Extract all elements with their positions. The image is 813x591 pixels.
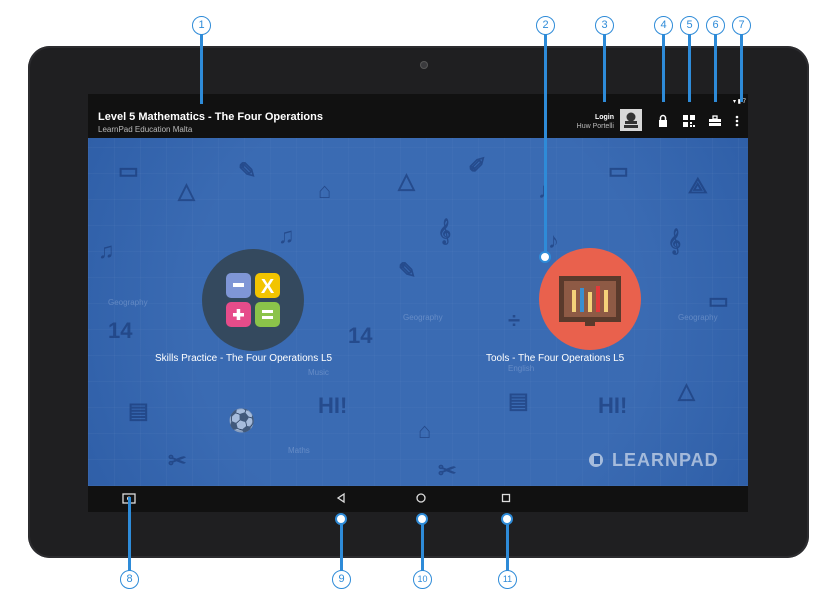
- skills-practice-app-label[interactable]: Skills Practice - The Four Operations L5: [155, 353, 332, 364]
- doodle-icon: ÷: [508, 308, 521, 333]
- doodle-icon: ⌂: [418, 418, 432, 443]
- callout-leader: [714, 32, 717, 102]
- learnpad-logo-icon: [589, 453, 603, 467]
- callout-10: 10: [413, 570, 432, 589]
- user-icon: [624, 112, 638, 128]
- launcher-area: ▭ △ ♫ ✎ ⌂ △ ✐ ♪ ▭ ⟁ ♫ ✎ 𝄞 ♪ 𝄞 ▭ 14 14 ÷ …: [88, 138, 748, 486]
- qr-code-icon[interactable]: [682, 114, 696, 128]
- skills-practice-app-icon[interactable]: X: [202, 249, 304, 351]
- doodle-icon: ▤: [128, 398, 149, 423]
- callout-9: 9: [332, 570, 351, 589]
- doodle-icon: 𝄞: [438, 218, 452, 243]
- doodle-icon: ♫: [98, 238, 115, 263]
- watermark-text: LEARNPAD: [612, 450, 719, 470]
- callout-3: 3: [595, 16, 614, 35]
- doodle-icon: △: [678, 378, 695, 403]
- callout-leader: [688, 32, 691, 102]
- doodle-icon: ⚽: [228, 408, 256, 433]
- doodle-icon: ⌂: [318, 178, 332, 203]
- lock-icon[interactable]: [656, 114, 670, 128]
- callout-leader-dot: [501, 513, 513, 525]
- callout-leader: [740, 32, 743, 102]
- doodle-icon: ✎: [238, 158, 257, 183]
- doodle-icon: ✂: [438, 458, 457, 483]
- callout-8: 8: [120, 570, 139, 589]
- doodle-icon: ▤: [508, 388, 529, 413]
- doodle-icon: 14: [348, 323, 373, 348]
- callout-leader-dot: [539, 251, 551, 263]
- login-user: Huw Portelli: [576, 123, 614, 130]
- callout-leader-dot: [335, 513, 347, 525]
- recents-icon[interactable]: [499, 492, 513, 506]
- tools-app-label[interactable]: Tools - The Four Operations L5: [486, 353, 624, 364]
- tools-app-icon[interactable]: [539, 248, 641, 350]
- doodle-icon: 14: [108, 318, 133, 343]
- doodle-text: Maths: [288, 446, 310, 455]
- overflow-menu-icon[interactable]: [730, 114, 744, 128]
- callout-leader: [603, 32, 606, 102]
- doodle-icon: ✂: [168, 448, 187, 473]
- doodle-icon: ✎: [398, 258, 417, 283]
- callout-5: 5: [680, 16, 699, 35]
- doodle-icon: ▭: [608, 158, 629, 183]
- callout-leader: [128, 497, 131, 573]
- doodle-icon: ✐: [468, 153, 487, 178]
- doodle-icon: ▭: [118, 158, 139, 183]
- callout-leader: [662, 32, 665, 102]
- paint-tools-icon: [559, 276, 621, 326]
- callout-leader: [544, 32, 547, 254]
- toolbox-icon[interactable]: [708, 114, 722, 128]
- callout-4: 4: [654, 16, 673, 35]
- doodle-icon: HI!: [598, 393, 628, 418]
- doodle-text: English: [508, 364, 535, 373]
- doodle-icon: △: [178, 178, 195, 203]
- callout-leader-dot: [416, 513, 428, 525]
- page-subtitle: LearnPad Education Malta: [98, 125, 193, 134]
- doodle-icon: 𝄞: [668, 228, 682, 253]
- svg-text:X: X: [261, 276, 275, 298]
- camera-icon: [420, 61, 428, 69]
- callout-6: 6: [706, 16, 725, 35]
- tablet-screen: Level 5 Mathematics - The Four Operation…: [88, 94, 748, 512]
- doodle-icon: △: [398, 168, 415, 193]
- doodle-text: Geography: [108, 298, 148, 307]
- avatar[interactable]: [620, 109, 642, 131]
- login-label: Login: [594, 114, 614, 121]
- doodle-icon: ▭: [708, 288, 729, 313]
- callout-leader: [200, 32, 203, 104]
- navigation-bar: [88, 486, 748, 512]
- doodle-text: Geography: [403, 313, 443, 322]
- login-button[interactable]: Login Huw Portelli: [558, 114, 614, 130]
- doodle-icon: HI!: [318, 393, 348, 418]
- callout-2: 2: [536, 16, 555, 35]
- doodle-icon: ⟁: [688, 173, 708, 198]
- home-icon[interactable]: [414, 492, 428, 506]
- learnpad-logo: LEARNPAD: [588, 450, 719, 471]
- doodle-icon: ♫: [278, 223, 295, 248]
- back-icon[interactable]: [334, 492, 348, 506]
- calculator-icon: X: [226, 273, 280, 327]
- callout-7: 7: [732, 16, 751, 35]
- callout-11: 11: [498, 570, 517, 589]
- callout-1: 1: [192, 16, 211, 35]
- top-bar: Level 5 Mathematics - The Four Operation…: [88, 94, 748, 138]
- doodle-text: Geography: [678, 313, 718, 322]
- doodle-text: Music: [308, 368, 329, 377]
- page-title: Level 5 Mathematics - The Four Operation…: [98, 111, 323, 123]
